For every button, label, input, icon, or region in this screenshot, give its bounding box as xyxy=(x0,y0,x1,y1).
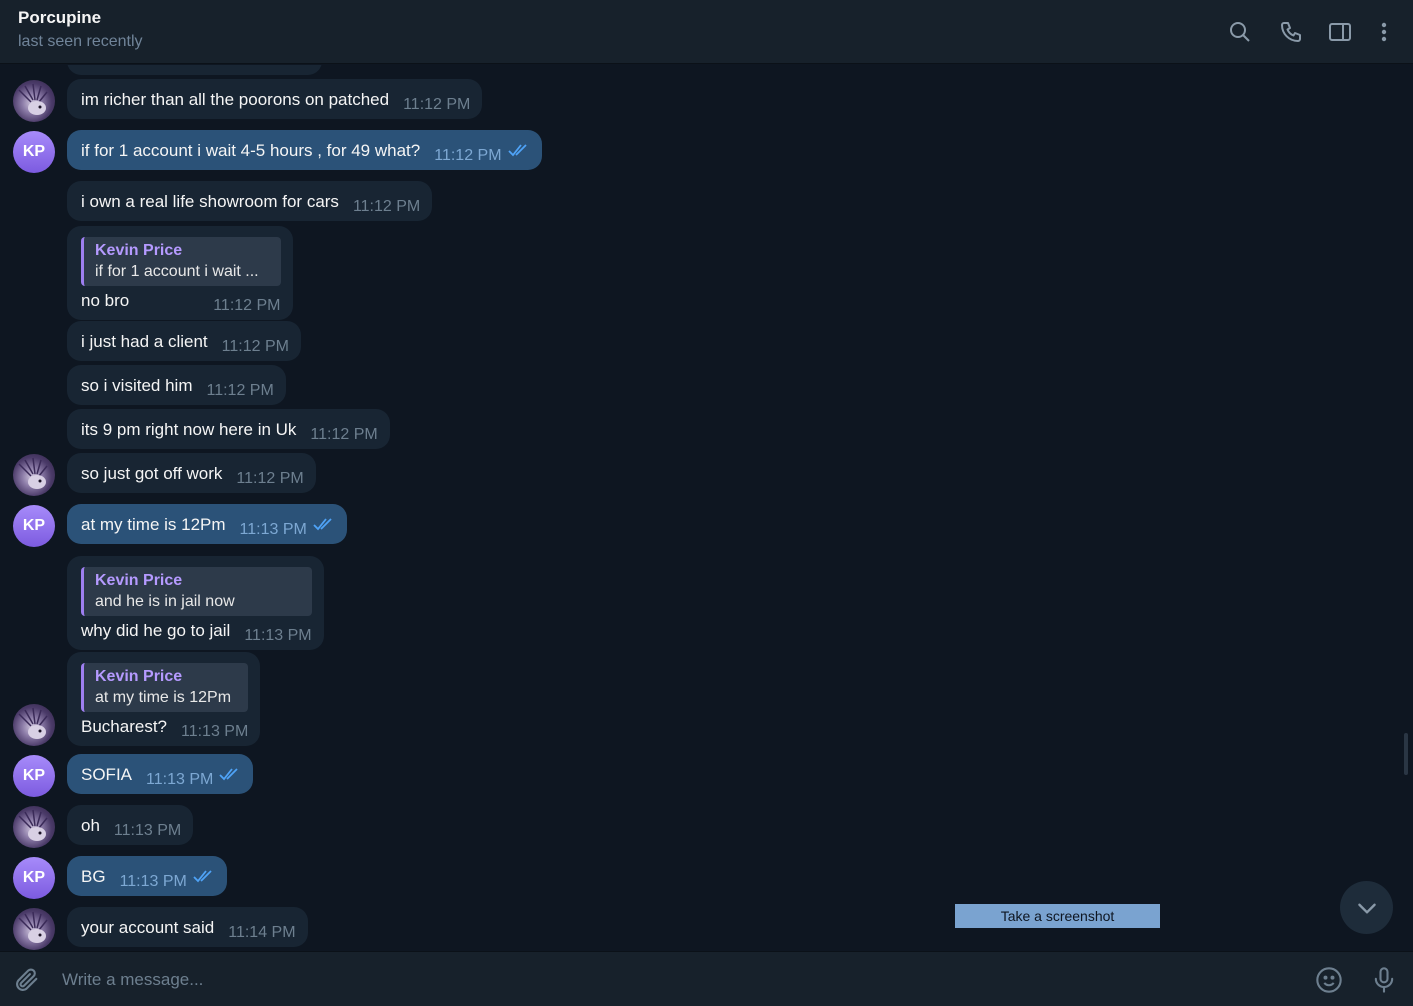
message-time: 11:13 PM xyxy=(119,873,187,890)
message-text: why did he go to jail xyxy=(81,621,231,640)
reply-text: if for 1 account i wait ... xyxy=(95,263,259,280)
read-ticks-icon xyxy=(219,767,241,781)
message-text: im richer than all the poorons on patche… xyxy=(81,90,390,109)
reply-text: and he is in jail now xyxy=(95,593,235,610)
message-text: i own a real life showroom for cars xyxy=(81,192,339,211)
chat-header: Porcupine last seen recently xyxy=(0,0,1413,64)
message-time: 11:13 PM xyxy=(244,627,312,644)
chevron-down-icon xyxy=(1357,903,1376,914)
message-time: 11:12 PM xyxy=(221,338,289,355)
message-text: i just had a client xyxy=(81,332,208,351)
microphone-icon[interactable] xyxy=(1369,965,1399,995)
read-ticks-icon xyxy=(193,869,215,883)
message-time: 11:13 PM xyxy=(181,723,249,740)
message-bubble[interactable]: Kevin Price and he is in jail now why di… xyxy=(67,556,324,650)
message-text: oh xyxy=(81,816,100,835)
message-time: 11:12 PM xyxy=(352,198,421,215)
sidebar-toggle-icon[interactable] xyxy=(1326,18,1354,46)
message-bubble[interactable]: Kevin Price at my time is 12Pm Bucharest… xyxy=(67,652,261,746)
message-time: 11:12 PM xyxy=(213,297,281,314)
message-bubble[interactable]: so just got off work 11:12 PM xyxy=(67,453,316,493)
message-text: no bro xyxy=(81,291,130,310)
message-list[interactable]: im richer than all the poorons on patche… xyxy=(0,65,1413,951)
emoji-icon[interactable] xyxy=(1314,965,1344,995)
message-bubble[interactable]: its 9 pm right now here in Uk 11:12 PM xyxy=(67,409,390,449)
avatar[interactable] xyxy=(13,806,55,848)
avatar[interactable]: KP xyxy=(13,131,55,173)
message-text: Bucharest? xyxy=(81,717,167,736)
message-bubble[interactable]: your account said 11:14 PM xyxy=(67,907,308,947)
message-time: 11:12 PM xyxy=(206,382,274,399)
message-text: so just got off work xyxy=(81,464,223,483)
attach-icon[interactable] xyxy=(12,965,42,995)
reply-quote[interactable]: Kevin Price if for 1 account i wait ... xyxy=(81,237,281,286)
message-bubble[interactable]: im richer than all the poorons on patche… xyxy=(67,79,483,119)
message-bubble[interactable]: i just had a client 11:12 PM xyxy=(67,321,301,361)
message-text: BG xyxy=(81,867,106,886)
message-bubble[interactable]: so i visited him 11:12 PM xyxy=(67,365,286,405)
reply-author: Kevin Price xyxy=(95,242,183,259)
message-text: your account said xyxy=(81,918,215,937)
message-time: 11:14 PM xyxy=(228,924,296,941)
avatar[interactable]: KP xyxy=(13,755,55,797)
avatar[interactable] xyxy=(13,908,55,950)
message-text: its 9 pm right now here in Uk xyxy=(81,420,297,439)
scroll-to-bottom-button[interactable] xyxy=(1340,881,1393,934)
message-text: so i visited him xyxy=(81,376,193,395)
read-ticks-icon xyxy=(507,143,530,157)
message-time: 11:12 PM xyxy=(434,147,502,164)
message-bubble[interactable]: if for 1 account i wait 4-5 hours , for … xyxy=(67,130,542,170)
message-bubble[interactable]: SOFIA 11:13 PM xyxy=(67,754,254,794)
message-bubble[interactable]: at my time is 12Pm 11:13 PM xyxy=(67,504,347,544)
message-time: 11:12 PM xyxy=(310,426,378,443)
take-screenshot-button[interactable]: Take a screenshot xyxy=(955,904,1160,928)
avatar[interactable] xyxy=(13,454,55,496)
avatar[interactable] xyxy=(13,80,55,122)
avatar[interactable] xyxy=(13,704,55,746)
message-time: 11:12 PM xyxy=(236,470,304,487)
chat-title[interactable]: Porcupine xyxy=(18,8,101,28)
message-time: 11:13 PM xyxy=(113,822,182,839)
message-bubble[interactable]: oh 11:13 PM xyxy=(67,805,194,845)
message-bubble[interactable] xyxy=(67,65,322,75)
read-ticks-icon xyxy=(313,517,335,531)
message-bubble[interactable]: i own a real life showroom for cars 11:12… xyxy=(67,181,433,221)
message-time: 11:12 PM xyxy=(403,96,471,113)
search-icon[interactable] xyxy=(1226,18,1254,46)
chat-status: last seen recently xyxy=(18,33,143,50)
message-text: if for 1 account i wait 4-5 hours , for … xyxy=(81,141,421,160)
message-text: SOFIA xyxy=(81,765,133,784)
reply-text: at my time is 12Pm xyxy=(95,689,232,706)
message-text: at my time is 12Pm xyxy=(81,515,226,534)
reply-quote[interactable]: Kevin Price at my time is 12Pm xyxy=(81,663,249,712)
message-input[interactable] xyxy=(60,964,1294,996)
reply-author: Kevin Price xyxy=(95,668,183,685)
scrollbar[interactable] xyxy=(1404,733,1408,775)
message-time: 11:13 PM xyxy=(146,771,214,788)
reply-quote[interactable]: Kevin Price and he is in jail now xyxy=(81,567,312,616)
message-time: 11:13 PM xyxy=(239,521,307,538)
more-vertical-icon[interactable] xyxy=(1370,18,1398,46)
message-composer xyxy=(0,951,1413,1006)
reply-author: Kevin Price xyxy=(95,572,183,589)
avatar[interactable]: KP xyxy=(13,505,55,547)
message-bubble[interactable]: Kevin Price if for 1 account i wait ... … xyxy=(67,226,293,320)
message-bubble[interactable]: BG 11:13 PM xyxy=(67,856,227,896)
avatar[interactable]: KP xyxy=(13,857,55,899)
phone-icon[interactable] xyxy=(1277,18,1305,46)
